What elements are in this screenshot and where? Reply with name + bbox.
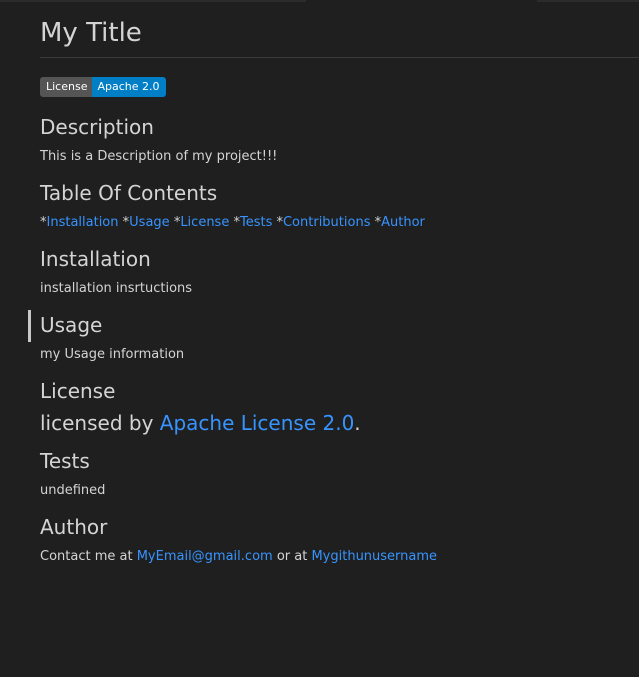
section-description: Description This is a Description of my … [40,114,639,166]
heading-tests: Tests [40,448,639,474]
page-title: My Title [40,0,639,58]
section-tests: Tests undefined [40,448,639,500]
author-contact: Contact me at MyEmail@gmail.com or at My… [40,548,639,566]
heading-installation: Installation [40,246,639,272]
heading-author: Author [40,514,639,540]
toc-link-contributions[interactable]: Contributions [283,215,371,230]
heading-usage: Usage [40,312,639,338]
section-usage: Usage my Usage information [40,312,639,364]
toc-links: *Installation *Usage *License *Tests *Co… [40,214,639,232]
author-github-link[interactable]: Mygithunusername [311,549,437,564]
section-table-of-contents: Table Of Contents *Installation *Usage *… [40,180,639,232]
toc-link-tests[interactable]: Tests [240,215,272,230]
license-prefix: licensed by [40,411,160,435]
document-content: My Title License Apache 2.0 Description … [40,0,639,566]
badge-label: License [40,77,92,97]
active-line-indicator [28,310,31,342]
license-suffix: . [354,411,360,435]
heading-license: License [40,378,639,404]
tests-text: undefined [40,482,639,500]
author-prefix: Contact me at [40,549,137,564]
author-middle: or at [273,549,312,564]
license-line: licensed by Apache License 2.0. [40,410,639,436]
license-badge[interactable]: License Apache 2.0 [40,77,166,97]
installation-text: installation insrtuctions [40,280,639,298]
section-author: Author Contact me at MyEmail@gmail.com o… [40,514,639,566]
toc-link-installation[interactable]: Installation [47,215,119,230]
license-link[interactable]: Apache License 2.0 [160,411,355,435]
heading-table-of-contents: Table Of Contents [40,180,639,206]
toc-link-author[interactable]: Author [381,215,425,230]
usage-text: my Usage information [40,346,639,364]
section-license: License licensed by Apache License 2.0. [40,378,639,436]
heading-usage-text: Usage [40,313,102,337]
readme-preview: { "title": "My Title", "badge": { "label… [0,0,639,677]
description-text: This is a Description of my project!!! [40,148,639,166]
section-installation: Installation installation insrtuctions [40,246,639,298]
badge-value: Apache 2.0 [92,77,165,97]
toc-link-license[interactable]: License [180,215,229,230]
heading-description: Description [40,114,639,140]
toc-link-usage[interactable]: Usage [129,215,170,230]
author-email-link[interactable]: MyEmail@gmail.com [137,549,273,564]
